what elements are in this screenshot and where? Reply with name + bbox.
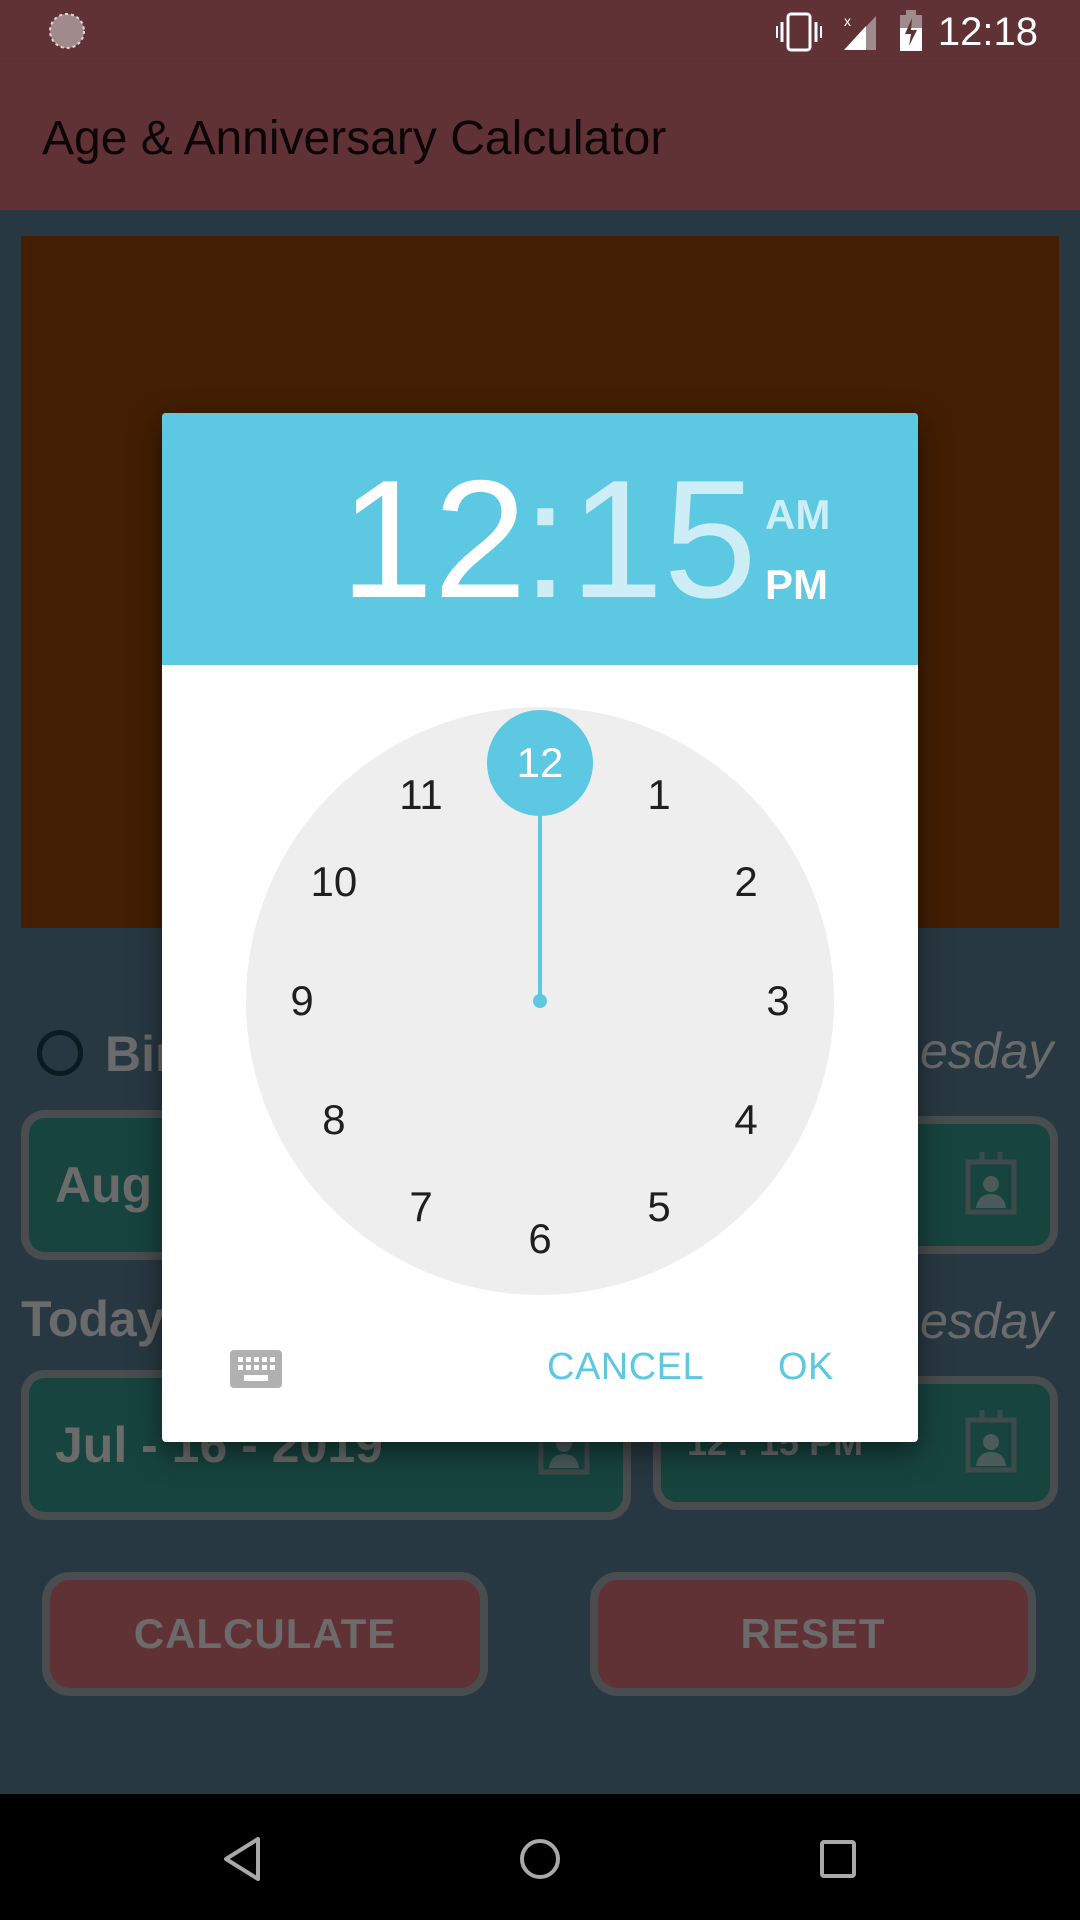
time-picker-header: 12 : 15 AM PM [162, 413, 918, 665]
birth-radio-button[interactable] [37, 1030, 83, 1076]
clock-number-4[interactable]: 4 [711, 1090, 781, 1150]
recents-icon [820, 1840, 856, 1878]
today-day-label: esday [920, 1293, 1054, 1349]
am-toggle[interactable]: AM [765, 491, 830, 539]
cancel-button[interactable]: CANCEL [547, 1346, 704, 1389]
clock-center-dot [533, 994, 547, 1008]
reset-button[interactable]: RESET [590, 1572, 1036, 1696]
clock-number-2[interactable]: 2 [711, 852, 781, 912]
recents-button[interactable] [803, 1824, 873, 1894]
home-button[interactable] [505, 1824, 575, 1894]
clock-number-8[interactable]: 8 [299, 1090, 369, 1150]
ok-button[interactable]: OK [778, 1346, 834, 1389]
pm-toggle[interactable]: PM [765, 561, 828, 609]
app-bar: Age & Anniversary Calculator [0, 63, 1080, 210]
clock-number-9[interactable]: 9 [267, 971, 337, 1031]
svg-text:x: x [844, 13, 851, 29]
clock-number-6[interactable]: 6 [505, 1209, 575, 1269]
clock-number-7[interactable]: 7 [386, 1177, 456, 1237]
calendar-person-icon[interactable] [964, 1150, 1020, 1220]
clock-number-12[interactable]: 12 [505, 733, 575, 793]
today-label: Today [21, 1291, 165, 1347]
time-separator: : [522, 445, 569, 633]
minutes-display[interactable]: 15 [570, 455, 757, 623]
clock-number-5[interactable]: 5 [624, 1177, 694, 1237]
time-picker-dialog: 12 : 15 AM PM 12 1 2 3 4 5 6 7 8 9 10 11 CANCEL OK [162, 413, 918, 1442]
status-bar: x 12:18 [0, 0, 1080, 63]
navigation-bar [0, 1794, 1080, 1920]
clock-number-10[interactable]: 10 [299, 852, 369, 912]
back-icon [224, 1837, 260, 1881]
home-icon [520, 1839, 560, 1879]
battery-charging-icon [900, 10, 922, 51]
birth-date-value: Aug [55, 1157, 153, 1213]
keyboard-icon[interactable] [230, 1350, 282, 1388]
hours-display[interactable]: 12 [340, 455, 527, 623]
app-title: Age & Anniversary Calculator [42, 112, 667, 165]
clock-number-1[interactable]: 1 [624, 765, 694, 825]
calculate-button[interactable]: CALCULATE [42, 1572, 488, 1696]
clock-number-3[interactable]: 3 [743, 971, 813, 1031]
signal-no-data-icon: x [844, 13, 876, 50]
birth-day-label: esday [920, 1023, 1054, 1079]
sync-icon [49, 13, 85, 49]
back-button[interactable] [207, 1824, 277, 1894]
clock-number-11[interactable]: 11 [386, 765, 456, 825]
vibrate-icon [776, 12, 822, 52]
clock-face[interactable]: 12 1 2 3 4 5 6 7 8 9 10 11 [246, 707, 834, 1295]
calendar-person-icon[interactable] [964, 1408, 1020, 1478]
status-time: 12:18 [937, 10, 1038, 54]
